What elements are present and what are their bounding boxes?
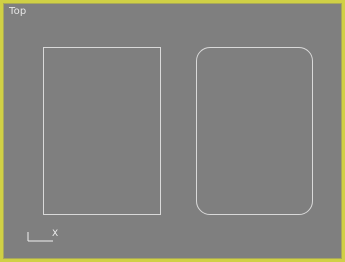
top-viewport[interactable]: Top X [0,0,345,262]
rectangle-shape[interactable] [43,47,161,215]
axis-tripod-icon [27,232,53,242]
viewport-label[interactable]: Top [9,6,26,17]
axis-x-label: X [52,229,59,239]
axis-gizmo: X [25,229,65,247]
rounded-rectangle-shape[interactable] [196,47,313,215]
